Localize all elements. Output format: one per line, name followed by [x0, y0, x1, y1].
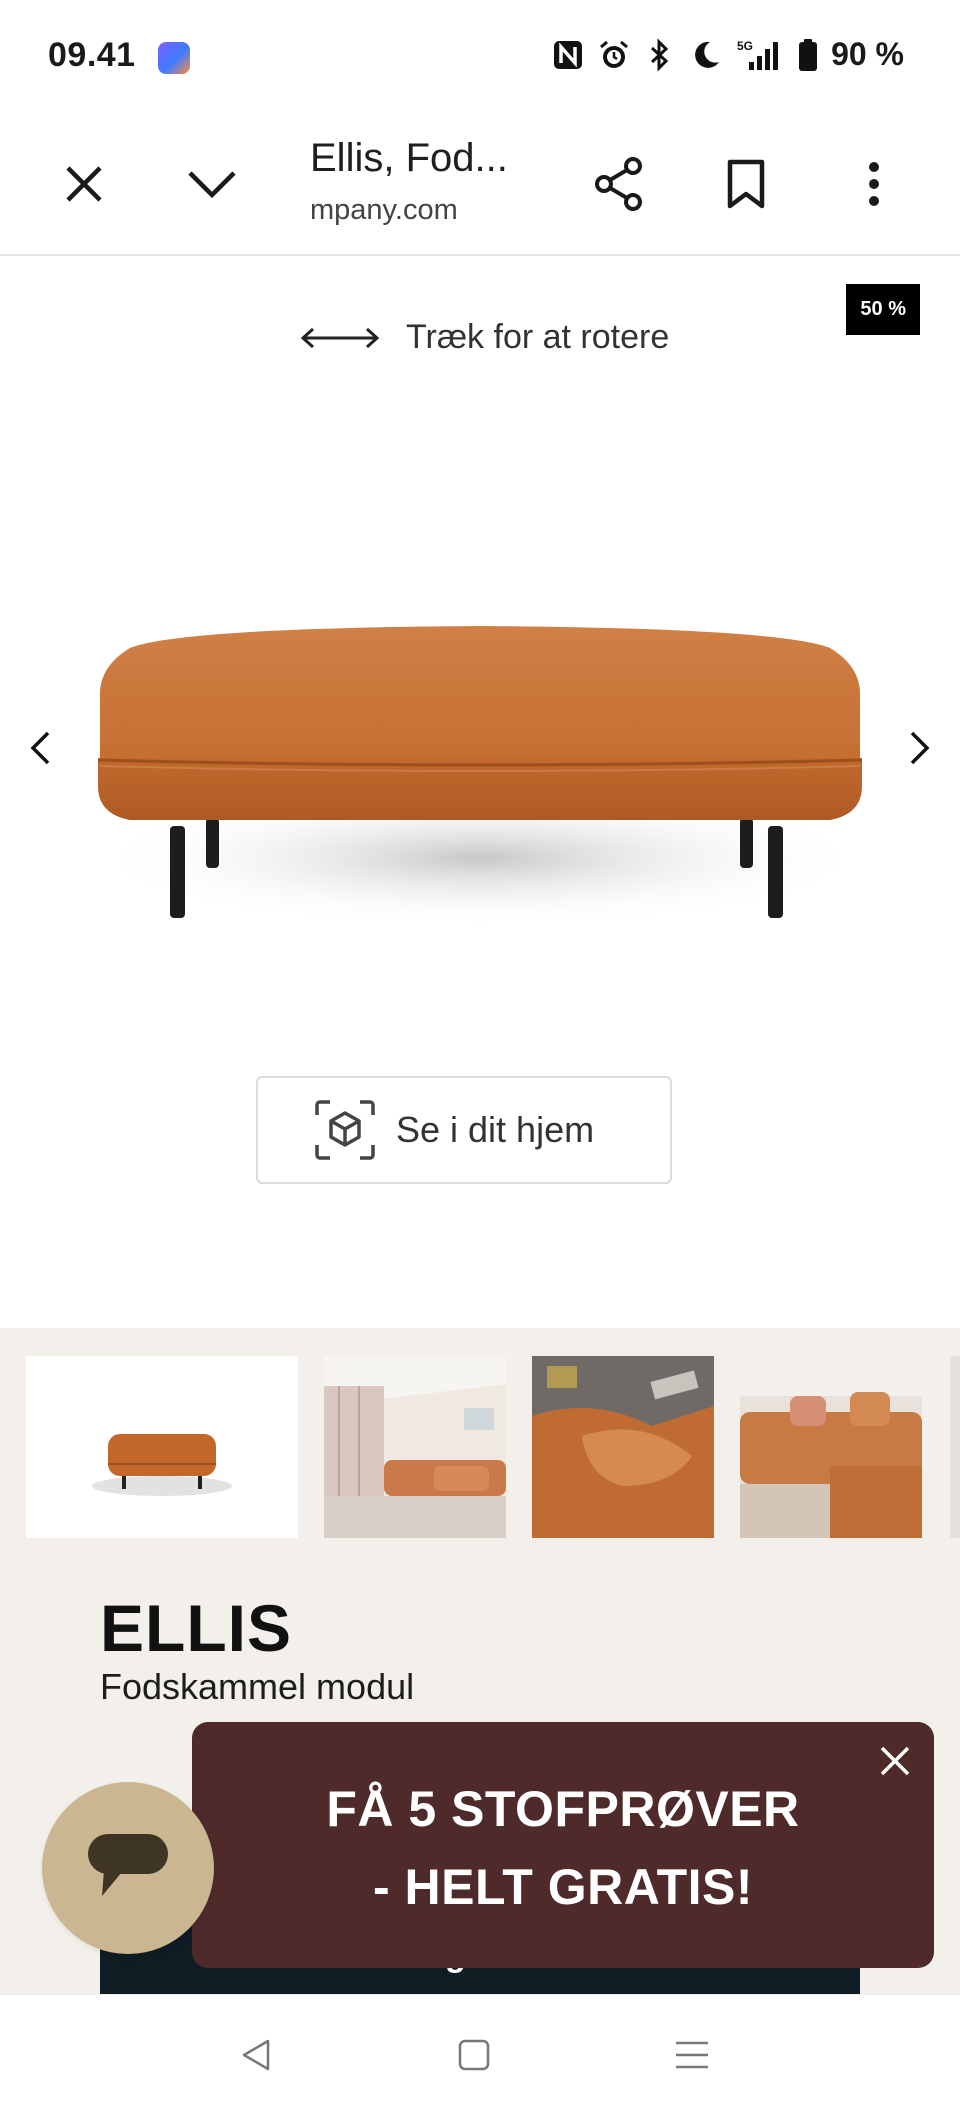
rotate-arrows-icon [300, 327, 380, 348]
bookmark-icon [727, 159, 765, 209]
rotate-hint-text: Træk for at rotere [406, 318, 670, 356]
ottoman-image [90, 626, 870, 928]
back-nav-button[interactable] [226, 2025, 286, 2085]
chat-bubble-icon [88, 1834, 168, 1896]
thumbnail-living-room[interactable] [324, 1356, 506, 1538]
product-viewer[interactable]: 50 % Træk for at rotere Se i dit hjem [0, 258, 960, 1328]
page-title: Ellis, Fod... [310, 136, 508, 180]
battery-level: 90 % [831, 36, 904, 72]
app-notification-icon [158, 42, 190, 74]
status-time: 09.41 [48, 36, 136, 74]
promo-headline: FÅ 5 STOFPRØVER [326, 1781, 800, 1837]
chevron-down-icon [188, 171, 236, 199]
back-triangle-icon [242, 2039, 270, 2071]
thumbnail-corner-sofa[interactable] [740, 1356, 922, 1538]
thumbnail-ottoman-image [92, 1434, 232, 1496]
close-icon [66, 166, 102, 202]
promo-close-button[interactable] [870, 1736, 920, 1786]
close-icon [880, 1746, 910, 1776]
share-icon [595, 157, 642, 211]
chevron-left-icon [30, 731, 50, 765]
recents-nav-button[interactable] [662, 2025, 722, 2085]
thumbnail-strip[interactable] [26, 1356, 922, 1538]
ar-view-button[interactable]: Se i dit hjem [256, 1076, 672, 1184]
screen: 09.41 5G 90 % Ellis, Fod... mpany.com 50… [0, 0, 960, 2112]
thumbnail-sofa-closeup[interactable] [532, 1356, 714, 1538]
status-icons: 5G 90 % [551, 36, 904, 73]
discount-badge: 50 % [846, 284, 920, 335]
system-navigation-bar [0, 1994, 960, 2112]
more-options-button[interactable] [838, 148, 910, 220]
page-url: mpany.com [310, 194, 458, 226]
home-nav-button[interactable] [444, 2025, 504, 2085]
signal-5g-icon: 5G [735, 38, 785, 72]
thumbnail-sofa-closeup-image [532, 1356, 714, 1538]
thumbnail-ottoman[interactable] [26, 1356, 298, 1538]
home-square-icon [458, 2039, 490, 2071]
product-name: ELLIS [100, 1591, 293, 1665]
chat-button[interactable] [42, 1782, 214, 1954]
status-bar: 09.41 5G 90 % [0, 0, 960, 112]
alarm-icon [597, 38, 631, 72]
do-not-disturb-moon-icon [689, 38, 723, 72]
thumbnail-living-room-image [324, 1356, 506, 1538]
bluetooth-icon [643, 37, 677, 72]
svg-text:5G: 5G [737, 39, 753, 53]
previous-image-button[interactable] [10, 718, 70, 778]
bookmark-button[interactable] [710, 148, 782, 220]
browser-toolbar: Ellis, Fod... mpany.com [0, 112, 960, 256]
rotate-hint: Træk for at rotere [300, 318, 669, 357]
chevron-right-icon [910, 731, 930, 765]
thumbnail-corner-sofa-image [740, 1356, 922, 1538]
nfc-icon [551, 38, 585, 72]
menu-lines-icon [676, 2041, 708, 2069]
share-button[interactable] [583, 148, 655, 220]
product-subtitle: Fodskammel modul [100, 1666, 415, 1707]
close-button[interactable] [48, 148, 120, 220]
ar-view-label: Se i dit hjem [396, 1109, 595, 1150]
next-image-button[interactable] [890, 718, 950, 778]
promo-subheadline: - HELT GRATIS! [372, 1859, 754, 1915]
more-vertical-icon [869, 162, 879, 206]
promo-banner[interactable]: FÅ 5 STOFPRØVER - HELT GRATIS! [192, 1722, 934, 1968]
ar-cube-icon [315, 1100, 375, 1160]
minimize-button[interactable] [176, 148, 248, 220]
thumbnail-strip-edge [950, 1356, 960, 1538]
battery-icon [797, 38, 819, 72]
